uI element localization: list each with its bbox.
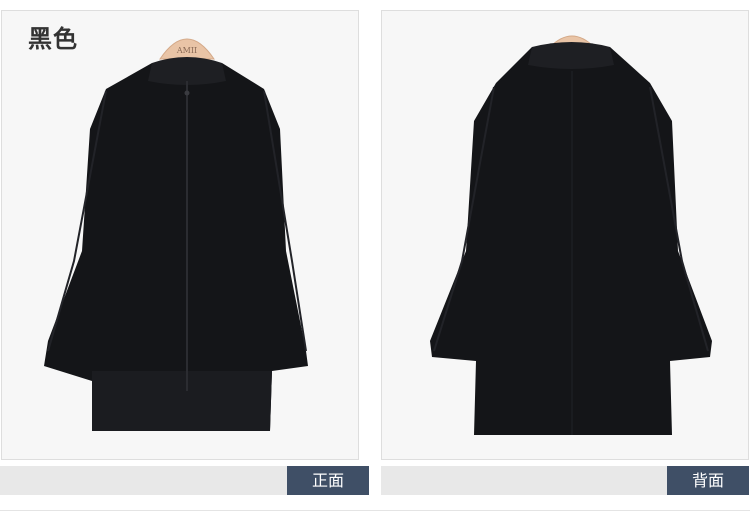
back-caption-bar xyxy=(381,466,667,495)
front-caption-bar xyxy=(0,466,287,495)
back-jacket-image xyxy=(430,35,712,435)
divider xyxy=(0,510,750,511)
color-label: 黑色 xyxy=(28,25,78,53)
front-view-panel: AMII 黑色 xyxy=(1,10,359,460)
hanger-icon: AMII xyxy=(159,38,215,60)
back-view-tag: 背面 xyxy=(667,466,749,495)
back-view-panel xyxy=(381,10,749,460)
front-jacket-image: AMII xyxy=(44,38,308,431)
svg-text:AMII: AMII xyxy=(176,46,197,55)
front-view-tag: 正面 xyxy=(287,466,369,495)
